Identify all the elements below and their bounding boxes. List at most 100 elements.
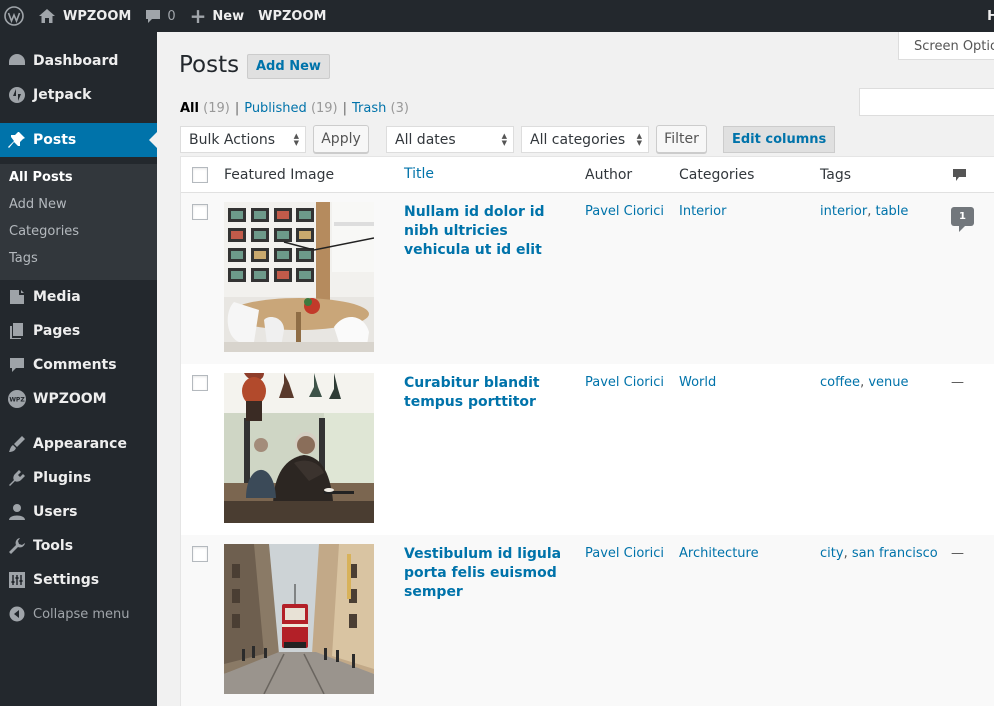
sidebar-item-label: Jetpack [33,87,92,103]
tag-separator: , [843,546,852,561]
view-published[interactable]: Published [244,101,307,116]
tag-link[interactable]: coffee [820,375,860,390]
table-header: Featured Image Title Author Categories T… [181,157,994,193]
sidebar-item-label: Pages [33,323,81,339]
post-title-link[interactable]: Curabitur blandit tempus porttitor [404,374,569,412]
row-checkbox[interactable] [192,204,208,220]
comments-icon [0,356,33,374]
filter-button[interactable]: Filter [656,125,707,153]
submenu-categories[interactable]: Categories [9,224,79,239]
search-posts-input[interactable] [859,88,994,116]
row-checkbox[interactable] [192,375,208,391]
sidebar-item-jetpack[interactable]: Jetpack [0,78,157,112]
column-categories: Categories [679,167,755,183]
tag-link[interactable]: table [875,204,908,219]
sidebar-item-posts[interactable]: Posts [0,123,157,157]
comments-column-icon[interactable] [953,169,966,182]
settings-icon [0,571,33,589]
my-account-link[interactable]: H [987,0,994,32]
table-row: Curabitur blandit tempus porttitor Pavel… [181,364,994,535]
view-all[interactable]: All [180,101,199,116]
admin-bar: WPZOOM 0 + New WPZOOM H [0,0,994,32]
table-row: Vestibulum id ligula porta felis euismod… [181,535,994,706]
comment-count-bubble[interactable]: 1 [951,207,974,232]
featured-image-dining-room[interactable] [224,202,374,352]
sidebar-item-tools[interactable]: Tools [0,529,157,563]
sidebar-item-label: Dashboard [33,53,119,69]
post-title-link[interactable]: Vestibulum id ligula porta felis euismod… [404,545,569,602]
post-tags: city, san francisco [820,544,938,563]
add-new-button[interactable]: Add New [247,54,330,79]
bulk-actions-value: Bulk Actions [189,131,276,148]
site-name-link[interactable]: WPZOOM [32,0,138,32]
post-category-link[interactable]: Interior [679,202,726,221]
appearance-icon [0,435,33,453]
tools-icon [0,537,33,555]
comments-link[interactable]: 0 [138,0,182,32]
dashboard-icon [0,52,33,70]
submenu-add-new[interactable]: Add New [9,197,67,212]
plus-icon: + [189,4,207,28]
sidebar-item-label: Posts [33,132,77,148]
edit-columns-button[interactable]: Edit columns [723,126,836,153]
view-separator: | [342,101,348,116]
sidebar-item-dashboard[interactable]: Dashboard [0,44,157,78]
select-arrows-icon: ▲ ▼ [636,132,642,147]
post-category-link[interactable]: World [679,373,716,392]
bulk-actions-select[interactable]: Bulk Actions ▲ ▼ [180,126,306,153]
new-label: New [212,8,245,24]
post-author-link[interactable]: Pavel Ciorici [585,544,664,563]
post-author-link[interactable]: Pavel Ciorici [585,373,664,392]
home-icon [39,9,55,23]
tag-link[interactable]: venue [868,375,908,390]
featured-image-street-tram[interactable] [224,544,374,694]
post-category-link[interactable]: Architecture [679,544,759,563]
tag-link[interactable]: city [820,546,844,561]
view-trash[interactable]: Trash [352,101,386,116]
date-filter-value: All dates [395,131,456,148]
users-icon [0,503,33,521]
select-all-checkbox[interactable] [192,167,208,183]
view-published-count: (19) [310,101,338,116]
sidebar-item-users[interactable]: Users [0,495,157,529]
sidebar-item-label: Users [33,504,78,520]
sidebar-item-comments[interactable]: Comments [0,348,157,382]
submenu-tags[interactable]: Tags [9,251,38,266]
post-author-link[interactable]: Pavel Ciorici [585,202,664,221]
sidebar-item-media[interactable]: Media [0,280,157,314]
post-status-views: All (19) | Published (19) | Trash (3) [180,101,409,116]
sidebar-item-wpzoom[interactable]: WPZ WPZOOM [0,382,157,416]
apply-button[interactable]: Apply [313,125,369,153]
sidebar-item-label: Comments [33,357,117,373]
wpzoom-label: WPZOOM [258,8,327,24]
sidebar-item-label: Plugins [33,470,92,486]
no-comments-dash: — [951,546,964,561]
new-content-link[interactable]: + New [183,0,251,32]
wpzoom-icon: WPZ [0,389,33,409]
sidebar-item-appearance[interactable]: Appearance [0,427,157,461]
column-title-sort[interactable]: Title [404,166,434,182]
wordpress-logo-icon[interactable] [0,0,32,32]
tag-link[interactable]: san francisco [852,546,938,561]
table-row: Nullam id dolor id nibh ultricies vehicu… [181,193,994,364]
view-all-count: (19) [203,101,230,116]
posts-table: Featured Image Title Author Categories T… [180,156,994,706]
sidebar-item-settings[interactable]: Settings [0,563,157,597]
jetpack-icon [0,86,33,104]
submenu-all-posts[interactable]: All Posts [9,170,73,185]
row-checkbox[interactable] [192,546,208,562]
tag-link[interactable]: interior [820,204,867,219]
category-filter-select[interactable]: All categories ▲ ▼ [521,126,649,153]
admin-sidebar: Dashboard Jetpack Posts All Posts Add Ne… [0,32,157,706]
post-title-link[interactable]: Nullam id dolor id nibh ultricies vehicu… [404,203,569,260]
sidebar-item-pages[interactable]: Pages [0,314,157,348]
no-comments-dash: — [951,375,964,390]
view-separator: | [234,101,240,116]
featured-image-cafe[interactable] [224,373,374,523]
sidebar-item-plugins[interactable]: Plugins [0,461,157,495]
collapse-menu-button[interactable]: Collapse menu [0,597,157,631]
date-filter-select[interactable]: All dates ▲ ▼ [386,126,514,153]
screen-options-button[interactable]: Screen Options [898,32,994,60]
wpzoom-link[interactable]: WPZOOM [251,0,333,32]
category-filter-value: All categories [530,131,626,148]
